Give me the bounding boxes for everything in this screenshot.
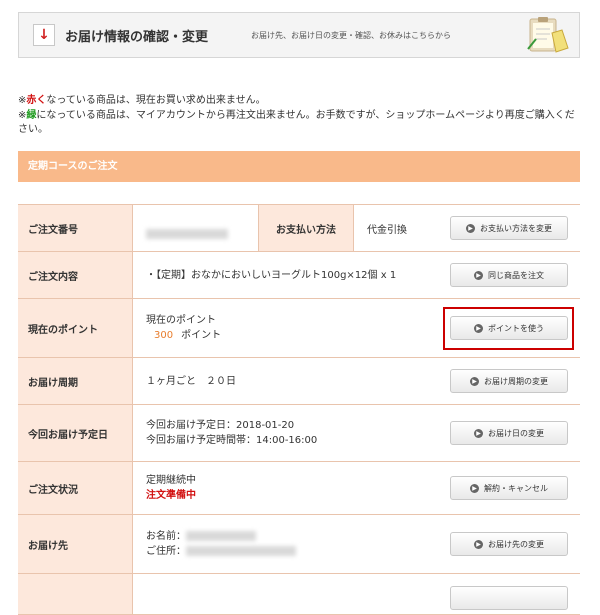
change-address-button[interactable]: ▶ お届け先の変更 bbox=[450, 532, 568, 556]
reorder-same-button[interactable]: ▶ 同じ商品を注文 bbox=[450, 263, 568, 287]
change-payment-button[interactable]: ▶ お支払い方法を変更 bbox=[450, 216, 568, 240]
table-row-order-number: ご注文番号 お支払い方法 代金引換 ▶ お支払い方法を変更 bbox=[18, 205, 580, 252]
points-amount: 300 bbox=[154, 330, 174, 341]
order-table: ご注文番号 お支払い方法 代金引換 ▶ お支払い方法を変更 ご注文内容 ・【定期】… bbox=[18, 204, 580, 615]
arrow-right-icon: ▶ bbox=[474, 539, 483, 549]
header-banner: ↓ お届け情報の確認・変更 お届け先、お届け日の変更・確認、お休みはこちらから bbox=[18, 12, 580, 58]
next-delivery-value: 今回お届け予定日：2018-01-20 今回お届け予定時間帯：14:00-16:… bbox=[146, 420, 318, 446]
highlight-box bbox=[443, 307, 574, 350]
table-row-contents: ご注文内容 ・【定期】おなかにおいしいヨーグルト100g×12個 x 1 ▶ 同じ… bbox=[18, 252, 580, 299]
order-contents-value: ・【定期】おなかにおいしいヨーグルト100g×12個 x 1 bbox=[146, 269, 397, 281]
points-label: 現在のポイント bbox=[18, 299, 133, 357]
payment-method-value: 代金引換 bbox=[367, 225, 407, 236]
arrow-right-icon: ▶ bbox=[470, 376, 479, 386]
change-delivery-date-button[interactable]: ▶ お届け日の変更 bbox=[450, 421, 568, 445]
order-number-label: ご注文番号 bbox=[18, 205, 133, 251]
delivery-address-label: お届け先 bbox=[18, 515, 133, 573]
change-cycle-button[interactable]: ▶ お届け周期の変更 bbox=[450, 369, 568, 393]
table-row-address: お届け先 お名前： ご住所： ▶ お届け先の変更 bbox=[18, 515, 580, 574]
arrow-right-icon: ▶ bbox=[474, 428, 483, 438]
clipboard-icon bbox=[527, 17, 569, 53]
arrow-right-icon: ▶ bbox=[466, 223, 475, 233]
table-row-next-delivery: 今回お届け予定日 今回お届け予定日：2018-01-20 今回お届け予定時間帯：… bbox=[18, 405, 580, 462]
notice-text: ※赤くなっている商品は、現在お買い求め出来ません。 ※緑になっている商品は、マイ… bbox=[18, 95, 575, 135]
next-delivery-label: 今回お届け予定日 bbox=[18, 405, 133, 461]
delivery-cycle-value: １ヶ月ごと ２０日 bbox=[146, 375, 236, 387]
payment-method-label: お支払い方法 bbox=[258, 205, 354, 251]
page-description: お届け先、お届け日の変更・確認、お休みはこちらから bbox=[251, 31, 451, 40]
arrow-right-icon: ▶ bbox=[470, 483, 479, 493]
page-title: お届け情報の確認・変更 bbox=[65, 30, 209, 45]
cutoff-button[interactable] bbox=[450, 586, 568, 610]
delivery-cycle-label: お届け周期 bbox=[18, 358, 133, 404]
arrow-down-icon: ↓ bbox=[33, 24, 55, 46]
cancel-subscription-button[interactable]: ▶ 解約・キャンセル bbox=[450, 476, 568, 500]
order-status-value: 定期継続中 注文準備中 bbox=[146, 462, 436, 514]
order-number-value bbox=[146, 223, 228, 242]
table-row-status: ご注文状況 定期継続中 注文準備中 ▶ 解約・キャンセル bbox=[18, 462, 580, 515]
order-status-label: ご注文状況 bbox=[18, 462, 133, 514]
table-row-cutoff bbox=[18, 574, 580, 615]
arrow-right-icon: ▶ bbox=[474, 270, 483, 280]
points-value: 現在のポイント 300 ポイント bbox=[146, 315, 222, 341]
delivery-address-value: お名前： ご住所： bbox=[146, 515, 436, 573]
table-row-cycle: お届け周期 １ヶ月ごと ２０日 ▶ お届け周期の変更 bbox=[18, 358, 580, 405]
order-contents-label: ご注文内容 bbox=[18, 252, 133, 298]
course-section-title: 定期コースのご注文 bbox=[18, 151, 580, 182]
cutoff-label bbox=[18, 574, 133, 614]
status-badge: 注文準備中 bbox=[146, 490, 196, 501]
